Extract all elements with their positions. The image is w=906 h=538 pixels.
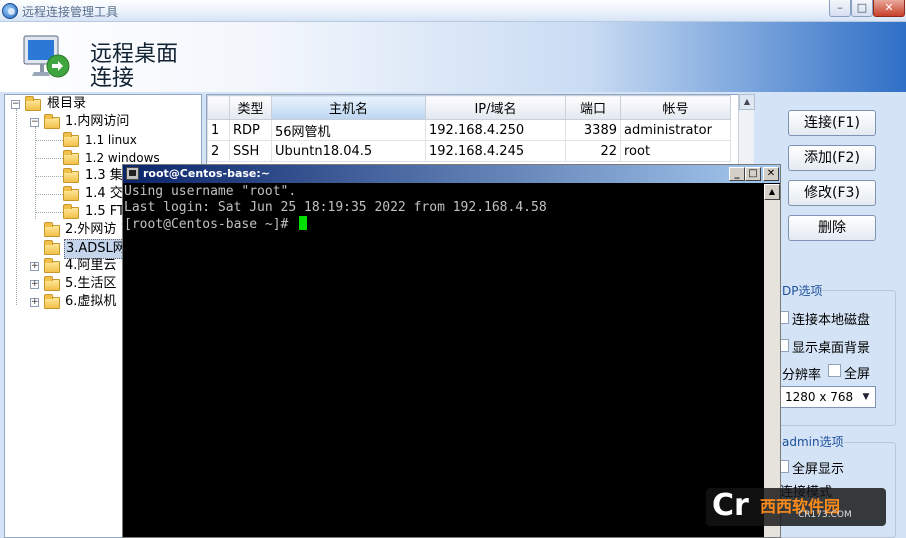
column-header-type[interactable]: 类型 (229, 95, 272, 120)
folder-icon (63, 204, 79, 219)
folder-icon (63, 150, 79, 165)
resolution-select[interactable]: 1280 x 768 ▼ (780, 386, 876, 408)
terminal-icon (126, 167, 139, 180)
terminal-maximize-button[interactable]: □ (745, 167, 761, 181)
tree-label: 3.ADSL网 (64, 239, 128, 259)
table-scrollbar[interactable]: ▲ (738, 94, 755, 168)
terminal-cursor (299, 216, 308, 230)
watermark-site: CR173.COM (798, 510, 852, 520)
table-row[interactable]: 1 RDP 56网管机 192.168.4.250 3389 administr… (207, 119, 731, 141)
tree-node-root[interactable]: − 根目录 (5, 95, 195, 113)
column-header-index[interactable] (207, 95, 230, 120)
window-title: 远程连接管理工具 (22, 5, 119, 19)
connect-button[interactable]: 连接(F1) (788, 110, 876, 136)
host-table: 类型 主机名 IP/域名 端口 帐号 1 RDP 56网管机 192.168.4… (207, 95, 731, 162)
scroll-up-arrow-icon[interactable]: ▲ (739, 94, 755, 110)
tree-label: 6.虚拟机 (65, 294, 117, 309)
fullscreen-display-label: 全屏显示 (792, 462, 845, 477)
chevron-down-icon: ▼ (862, 392, 870, 402)
tree-label: 2.外网访 (65, 222, 117, 237)
cell-hostname: 56网管机 (271, 119, 426, 141)
maximize-button[interactable]: □ (851, 0, 873, 17)
column-header-ip[interactable]: IP/域名 (425, 95, 566, 120)
tree-label: 根目录 (47, 96, 87, 111)
cell-type: RDP (229, 119, 272, 141)
folder-icon (44, 240, 60, 255)
collapse-icon[interactable]: − (30, 118, 39, 127)
folder-icon (63, 186, 79, 201)
terminal-title: root@Centos-base:~ (143, 167, 271, 180)
header-banner: 远程桌面 连接 (0, 22, 906, 92)
rdp-options-title: DP选项 (782, 282, 823, 299)
folder-icon (44, 114, 60, 129)
host-table-panel: 类型 主机名 IP/域名 端口 帐号 1 RDP 56网管机 192.168.4… (206, 94, 754, 168)
cell-port: 22 (565, 140, 621, 162)
cell-index: 1 (207, 119, 230, 141)
tree-label: 1.3 集 (85, 168, 123, 183)
terminal-prompt-line: [root@Centos-base ~]# (124, 216, 764, 233)
cell-index: 2 (207, 140, 230, 162)
terminal-scrollbar[interactable]: ▲ (764, 184, 780, 537)
collapse-icon[interactable]: − (11, 100, 20, 109)
remote-desktop-logo-icon (23, 35, 70, 78)
folder-icon (63, 132, 79, 147)
table-header-row: 类型 主机名 IP/域名 端口 帐号 (207, 95, 731, 120)
folder-icon (63, 168, 79, 183)
ssh-terminal-window[interactable]: root@Centos-base:~ _ □ ✕ Using username … (122, 164, 781, 538)
expand-icon[interactable]: + (30, 262, 39, 271)
fullscreen-label: 全屏 (844, 367, 871, 382)
terminal-line: Last login: Sat Jun 25 18:19:35 2022 fro… (124, 200, 547, 215)
modify-button[interactable]: 修改(F3) (788, 180, 876, 206)
cell-account: administrator (620, 119, 731, 141)
resolution-label: 分辨率 (782, 368, 822, 383)
column-header-account[interactable]: 帐号 (620, 95, 731, 120)
delete-button[interactable]: 删除 (788, 215, 876, 241)
add-button[interactable]: 添加(F2) (788, 145, 876, 171)
show-bg-label: 显示桌面背景 (792, 341, 871, 356)
title-bar: 远程连接管理工具 – □ ✕ (0, 0, 906, 22)
app-icon (2, 3, 18, 19)
tree-label: 4.阿里云 (65, 258, 117, 273)
tree-node-intranet[interactable]: − 1.内网访问 (5, 113, 195, 131)
expand-icon[interactable]: + (30, 298, 39, 307)
cell-hostname: Ubuntn18.04.5 (271, 140, 426, 162)
minimize-button[interactable]: – (829, 0, 851, 17)
terminal-title-bar[interactable]: root@Centos-base:~ _ □ ✕ (123, 165, 780, 183)
folder-icon (25, 96, 41, 111)
folder-icon (44, 276, 60, 291)
tree-node-linux[interactable]: 1.1 linux (5, 131, 195, 149)
cell-account: root (620, 140, 731, 162)
resolution-value: 1280 x 768 (785, 390, 854, 404)
scroll-up-arrow-icon[interactable]: ▲ (764, 184, 780, 200)
local-disk-label: 连接本地磁盘 (792, 313, 871, 328)
column-header-hostname[interactable]: 主机名 (271, 95, 426, 120)
terminal-line: Using username "root". (124, 184, 297, 199)
terminal-close-button[interactable]: ✕ (763, 167, 779, 181)
tree-label: 1.内网访问 (65, 114, 130, 129)
cell-port: 3389 (565, 119, 621, 141)
column-header-port[interactable]: 端口 (565, 95, 621, 120)
folder-icon (44, 222, 60, 237)
tree-label: 5.生活区 (65, 276, 117, 291)
terminal-prompt: [root@Centos-base ~]# (124, 217, 297, 232)
admin-options-title: admin选项 (782, 433, 844, 450)
expand-icon[interactable]: + (30, 280, 39, 289)
cell-type: SSH (229, 140, 272, 162)
banner-title-line2: 连接 (90, 66, 135, 91)
watermark-logo: Cr 西西软件园 CR173.COM (706, 488, 886, 526)
tree-label: 1.4 交 (85, 186, 123, 201)
watermark-mark: Cr (712, 488, 749, 523)
close-button[interactable]: ✕ (873, 0, 905, 17)
cell-ip: 192.168.4.245 (425, 140, 566, 162)
cell-ip: 192.168.4.250 (425, 119, 566, 141)
terminal-minimize-button[interactable]: _ (729, 167, 745, 181)
terminal-output[interactable]: Using username "root". Last login: Sat Ju… (123, 184, 764, 537)
folder-icon (44, 258, 60, 273)
tree-label: 1.5 FT (85, 204, 125, 219)
fullscreen-checkbox[interactable] (828, 364, 841, 377)
folder-icon (44, 294, 60, 309)
table-row[interactable]: 2 SSH Ubuntn18.04.5 192.168.4.245 22 roo… (207, 140, 731, 162)
tree-label: 1.1 linux (85, 133, 137, 147)
